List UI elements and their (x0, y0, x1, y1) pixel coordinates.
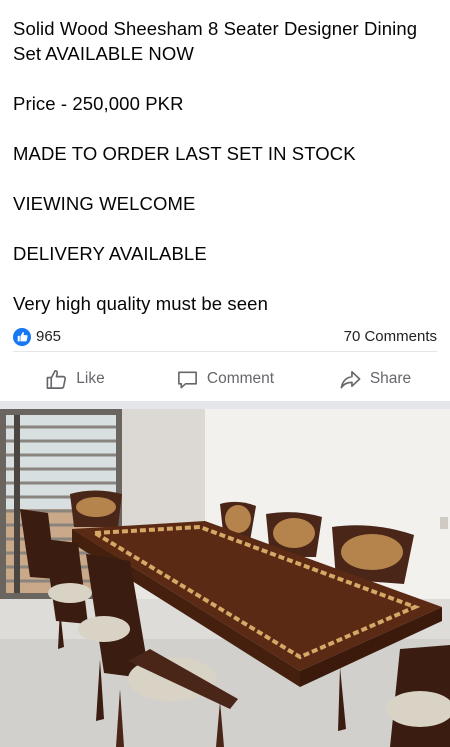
reaction-count: 965 (36, 328, 62, 345)
share-button[interactable]: Share (300, 357, 450, 401)
comment-label: Comment (206, 370, 275, 387)
comment-icon (176, 368, 199, 391)
comment-button[interactable]: Comment (150, 357, 300, 401)
post-line-price: Price - 250,000 PKR (13, 93, 184, 114)
section-divider (0, 401, 450, 409)
like-button[interactable]: Like (0, 357, 150, 401)
dining-set-photo[interactable] (0, 409, 450, 747)
post-line-quality: Very high quality must be seen (13, 293, 268, 314)
share-icon (339, 368, 362, 391)
comments-count[interactable]: 70 Comments (344, 328, 437, 345)
share-label: Share (369, 370, 412, 387)
post-line-viewing: VIEWING WELCOME (13, 193, 196, 214)
post-actions: Like Comment Share (0, 357, 450, 401)
post-line-delivery: DELIVERY AVAILABLE (13, 243, 207, 264)
reactions-summary[interactable]: 965 (13, 327, 62, 346)
like-icon (13, 327, 31, 346)
post-line-stock: MADE TO ORDER LAST SET IN STOCK (13, 143, 356, 164)
like-label: Like (76, 370, 105, 387)
reactions-bar: 965 70 Comments (13, 322, 437, 352)
post-text: Solid Wood Sheesham 8 Seater Designer Di… (13, 16, 438, 316)
post-line-title-2: Set AVAILABLE NOW (13, 43, 194, 64)
thumbs-up-icon (45, 368, 68, 391)
post-line-title-1: Solid Wood Sheesham 8 Seater Designer Di… (13, 18, 418, 39)
